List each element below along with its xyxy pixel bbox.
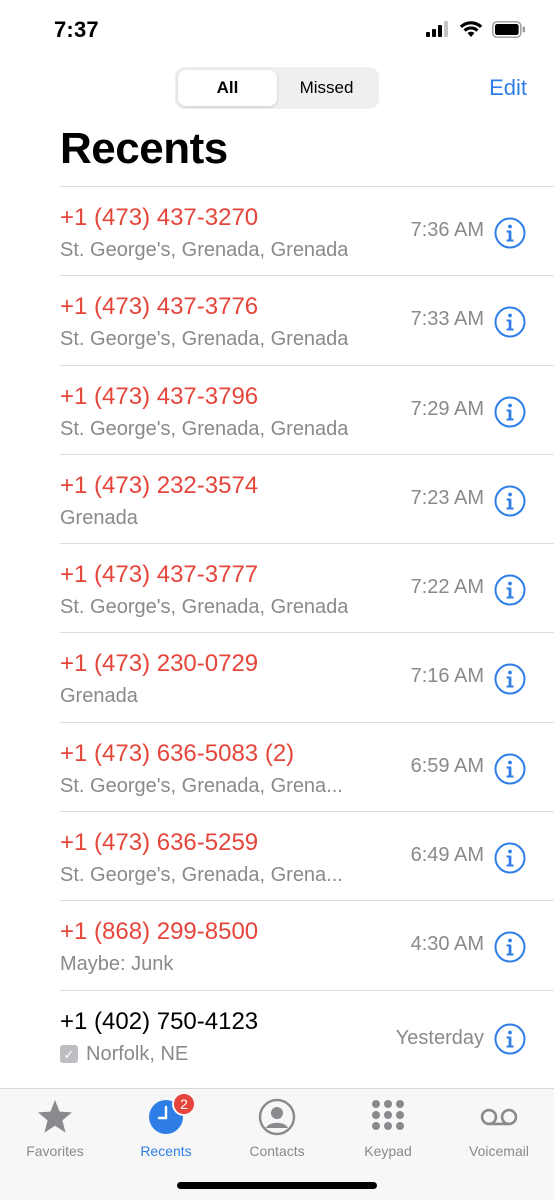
call-location: St. George's, Grenada, Grena...: [60, 864, 343, 887]
call-row[interactable]: +1 (473) 230-0729 Grenada 7:16 AM: [60, 632, 554, 721]
call-number: +1 (402) 750-4123: [60, 1007, 259, 1035]
status-time: 7:37: [54, 17, 99, 42]
call-row[interactable]: +1 (473) 437-3270 St. George's, Grenada,…: [60, 186, 554, 275]
home-indicator: [177, 1182, 377, 1189]
call-number: +1 (473) 437-3777: [60, 561, 259, 589]
call-time: 7:33 AM: [410, 308, 484, 331]
tab-label: Recents: [140, 1143, 192, 1159]
info-icon[interactable]: [494, 1023, 526, 1055]
tab-label: Favorites: [26, 1143, 84, 1159]
badge-count: 2: [172, 1092, 196, 1116]
tab-label: Keypad: [364, 1143, 412, 1159]
call-number: +1 (473) 232-3574: [60, 471, 259, 499]
keypad-icon: [368, 1097, 408, 1137]
person-circle-icon: [257, 1097, 297, 1137]
call-number: +1 (473) 230-0729: [60, 650, 259, 678]
call-location: St. George's, Grenada, Grenada: [60, 596, 349, 619]
phone-recents-screen: 7:37 All Missed Edit Recents +1 (473) 43…: [0, 0, 554, 1200]
recent-calls-list: +1 (473) 437-3270 St. George's, Grenada,…: [0, 186, 554, 1079]
call-row[interactable]: +1 (473) 437-3796 St. George's, Grenada,…: [60, 364, 554, 454]
clock-icon: 2: [146, 1092, 196, 1137]
wifi-icon: [459, 21, 483, 37]
info-icon[interactable]: [494, 485, 526, 517]
status-bar: 7:37: [0, 0, 554, 62]
page-title: Recents: [60, 124, 228, 173]
call-number: +1 (473) 437-3270: [60, 204, 259, 231]
info-icon[interactable]: [494, 842, 526, 874]
info-icon[interactable]: [494, 931, 526, 963]
call-row[interactable]: +1 (473) 437-3777 St. George's, Grenada,…: [60, 543, 554, 632]
filter-segmented-control: All Missed: [175, 67, 379, 109]
call-row[interactable]: +1 (473) 232-3574 Grenada 7:23 AM: [60, 453, 554, 543]
info-icon[interactable]: [494, 306, 526, 338]
call-time: 7:22 AM: [410, 576, 484, 599]
call-time: 7:36 AM: [410, 219, 484, 241]
call-label: Maybe: Junk: [60, 953, 174, 976]
call-time: 4:30 AM: [410, 933, 484, 956]
call-time: 7:23 AM: [410, 486, 484, 509]
call-location: St. George's, Grenada, Grenada: [60, 328, 349, 351]
call-location: St. George's, Grenada, Grena...: [60, 774, 343, 797]
call-time: 6:59 AM: [410, 754, 484, 777]
call-location: St. George's, Grenada, Grenada: [60, 417, 349, 440]
battery-icon: [492, 20, 525, 38]
info-icon[interactable]: [494, 663, 526, 695]
segment-all[interactable]: All: [178, 70, 277, 106]
call-location: Grenada: [60, 685, 138, 708]
call-location: St. George's, Grenada, Grenada: [60, 239, 349, 261]
info-icon[interactable]: [494, 753, 526, 785]
voicemail-icon: [479, 1097, 519, 1137]
tab-favorites[interactable]: Favorites: [0, 1097, 110, 1159]
call-number: +1 (473) 437-3796: [60, 382, 259, 410]
call-row[interactable]: +1 (473) 636-5083 (2) St. George's, Gren…: [60, 721, 554, 811]
tab-label: Contacts: [249, 1143, 305, 1159]
star-icon: [35, 1097, 75, 1137]
call-number: +1 (473) 636-5259: [60, 829, 259, 857]
call-row[interactable]: +1 (868) 299-8500 Maybe: Junk 4:30 AM: [60, 900, 554, 989]
tab-label: Voicemail: [469, 1143, 529, 1159]
call-number: +1 (473) 437-3776: [60, 293, 259, 321]
call-location: Grenada: [60, 506, 138, 529]
edit-button[interactable]: Edit: [489, 75, 527, 101]
call-location: ✓ Norfolk, NE: [60, 1043, 188, 1066]
tab-contacts[interactable]: Contacts: [222, 1097, 332, 1159]
tab-voicemail[interactable]: Voicemail: [444, 1097, 554, 1159]
call-number: +1 (473) 636-5083 (2): [60, 739, 295, 767]
segment-missed[interactable]: Missed: [277, 70, 376, 106]
info-icon[interactable]: [494, 396, 526, 428]
cellular-signal-icon: [426, 21, 448, 37]
info-icon[interactable]: [494, 217, 526, 249]
call-row[interactable]: +1 (473) 636-5259 St. George's, Grenada,…: [60, 811, 554, 900]
info-icon[interactable]: [494, 574, 526, 606]
status-icons: [426, 20, 526, 38]
call-time: 7:16 AM: [410, 665, 484, 688]
call-time: 7:29 AM: [410, 397, 484, 420]
call-row[interactable]: +1 (473) 437-3776 St. George's, Grenada,…: [60, 275, 554, 364]
checkbox-icon: ✓: [60, 1045, 78, 1064]
call-time: Yesterday: [395, 1026, 484, 1049]
tab-keypad[interactable]: Keypad: [333, 1097, 443, 1159]
call-time: 6:49 AM: [410, 844, 484, 867]
call-number: +1 (868) 299-8500: [60, 918, 259, 946]
tab-recents[interactable]: 2 Recents: [111, 1092, 221, 1159]
call-row[interactable]: +1 (402) 750-4123 ✓ Norfolk, NE Yesterda…: [60, 989, 554, 1079]
